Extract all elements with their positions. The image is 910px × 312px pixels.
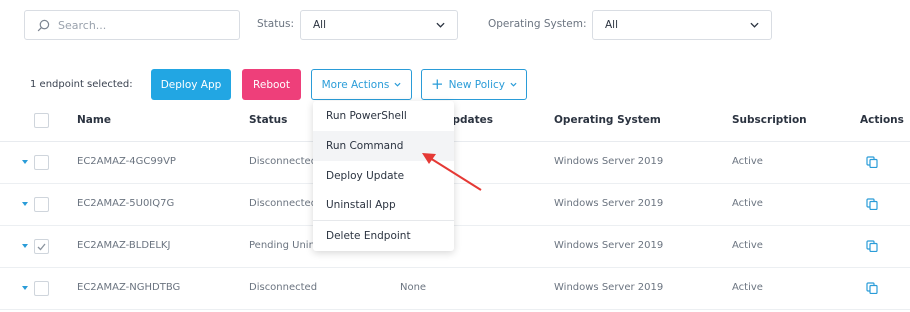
endpoint-name[interactable]: EC2AMAZ-NGHDTBG bbox=[77, 282, 180, 293]
menu-item-run-powershell[interactable]: Run PowerShell bbox=[313, 101, 454, 131]
status-filter-label: Status: bbox=[257, 18, 294, 30]
status-filter-select[interactable]: All bbox=[300, 10, 458, 40]
chevron-down-icon bbox=[394, 82, 401, 87]
endpoint-name[interactable]: EC2AMAZ-5U0IQ7G bbox=[77, 198, 174, 209]
plus-icon: + bbox=[430, 75, 444, 93]
more-actions-menu: Run PowerShell Run Command Deploy Update… bbox=[313, 101, 454, 251]
search-icon bbox=[37, 19, 50, 31]
menu-item-deploy-update[interactable]: Deploy Update bbox=[313, 161, 454, 191]
search-box[interactable] bbox=[24, 10, 240, 40]
os-filter-select[interactable]: All bbox=[592, 10, 772, 40]
endpoint-subscription: Active bbox=[732, 282, 763, 293]
more-actions-button[interactable]: More Actions bbox=[311, 69, 412, 100]
endpoint-updates: None bbox=[400, 282, 427, 293]
table-row[interactable]: EC2AMAZ-NGHDTBG Disconnected None Window… bbox=[0, 268, 910, 310]
menu-item-run-command[interactable]: Run Command bbox=[313, 131, 454, 161]
copy-icon[interactable] bbox=[866, 198, 878, 210]
endpoint-subscription: Active bbox=[732, 156, 763, 167]
endpoint-status: Disconnected bbox=[249, 198, 318, 209]
endpoint-os: Windows Server 2019 bbox=[554, 282, 664, 293]
table-row[interactable]: EC2AMAZ-BLDELKJ Pending Uninstall Window… bbox=[0, 226, 910, 268]
column-header-os[interactable]: Operating System bbox=[554, 114, 661, 126]
expand-caret-icon[interactable] bbox=[22, 202, 28, 206]
copy-icon[interactable] bbox=[866, 156, 878, 168]
endpoint-os: Windows Server 2019 bbox=[554, 156, 664, 167]
copy-icon[interactable] bbox=[866, 240, 878, 252]
endpoint-status: Disconnected bbox=[249, 282, 318, 293]
table-row[interactable]: EC2AMAZ-5U0IQ7G Disconnected Windows Ser… bbox=[0, 184, 910, 226]
reboot-button[interactable]: Reboot bbox=[242, 69, 301, 100]
endpoint-name[interactable]: EC2AMAZ-4GC99VP bbox=[77, 156, 176, 167]
endpoint-name[interactable]: EC2AMAZ-BLDELKJ bbox=[77, 240, 170, 251]
endpoint-status: Disconnected bbox=[249, 156, 318, 167]
os-filter-label: Operating System: bbox=[488, 18, 587, 30]
chevron-down-icon bbox=[750, 22, 759, 28]
row-checkbox[interactable] bbox=[34, 155, 49, 170]
copy-icon[interactable] bbox=[866, 282, 878, 294]
new-policy-label: New Policy bbox=[448, 78, 506, 91]
chevron-down-icon bbox=[510, 82, 517, 87]
menu-item-uninstall-app[interactable]: Uninstall App bbox=[313, 190, 454, 220]
endpoint-subscription: Active bbox=[732, 240, 763, 251]
os-filter-value: All bbox=[605, 19, 619, 31]
row-checkbox[interactable] bbox=[34, 281, 49, 296]
selection-count-text: 1 endpoint selected: bbox=[30, 79, 133, 90]
checkmark-icon bbox=[37, 243, 46, 250]
endpoint-os: Windows Server 2019 bbox=[554, 240, 664, 251]
table-row[interactable]: EC2AMAZ-4GC99VP Disconnected Windows Ser… bbox=[0, 142, 910, 184]
more-actions-label: More Actions bbox=[321, 78, 390, 91]
filter-bar: Status: All Operating System: All bbox=[24, 10, 894, 40]
expand-caret-icon[interactable] bbox=[22, 286, 28, 290]
table-header: Name Status Updates Operating System Sub… bbox=[0, 100, 910, 142]
select-all-checkbox[interactable] bbox=[34, 113, 49, 128]
endpoint-os: Windows Server 2019 bbox=[554, 198, 664, 209]
expand-caret-icon[interactable] bbox=[22, 160, 28, 164]
new-policy-button[interactable]: + New Policy bbox=[421, 69, 527, 100]
status-filter-value: All bbox=[313, 19, 327, 31]
column-header-status[interactable]: Status bbox=[249, 114, 287, 126]
menu-item-delete-endpoint[interactable]: Delete Endpoint bbox=[313, 221, 454, 251]
row-checkbox-checked[interactable] bbox=[34, 239, 49, 254]
endpoint-subscription: Active bbox=[732, 198, 763, 209]
deploy-app-button[interactable]: Deploy App bbox=[151, 69, 231, 100]
column-header-name[interactable]: Name bbox=[77, 114, 111, 126]
column-header-subscription[interactable]: Subscription bbox=[732, 114, 807, 126]
expand-caret-icon[interactable] bbox=[22, 244, 28, 248]
chevron-down-icon bbox=[436, 22, 445, 28]
column-header-actions: Actions bbox=[860, 114, 904, 126]
search-input[interactable] bbox=[58, 18, 218, 32]
row-checkbox[interactable] bbox=[34, 197, 49, 212]
